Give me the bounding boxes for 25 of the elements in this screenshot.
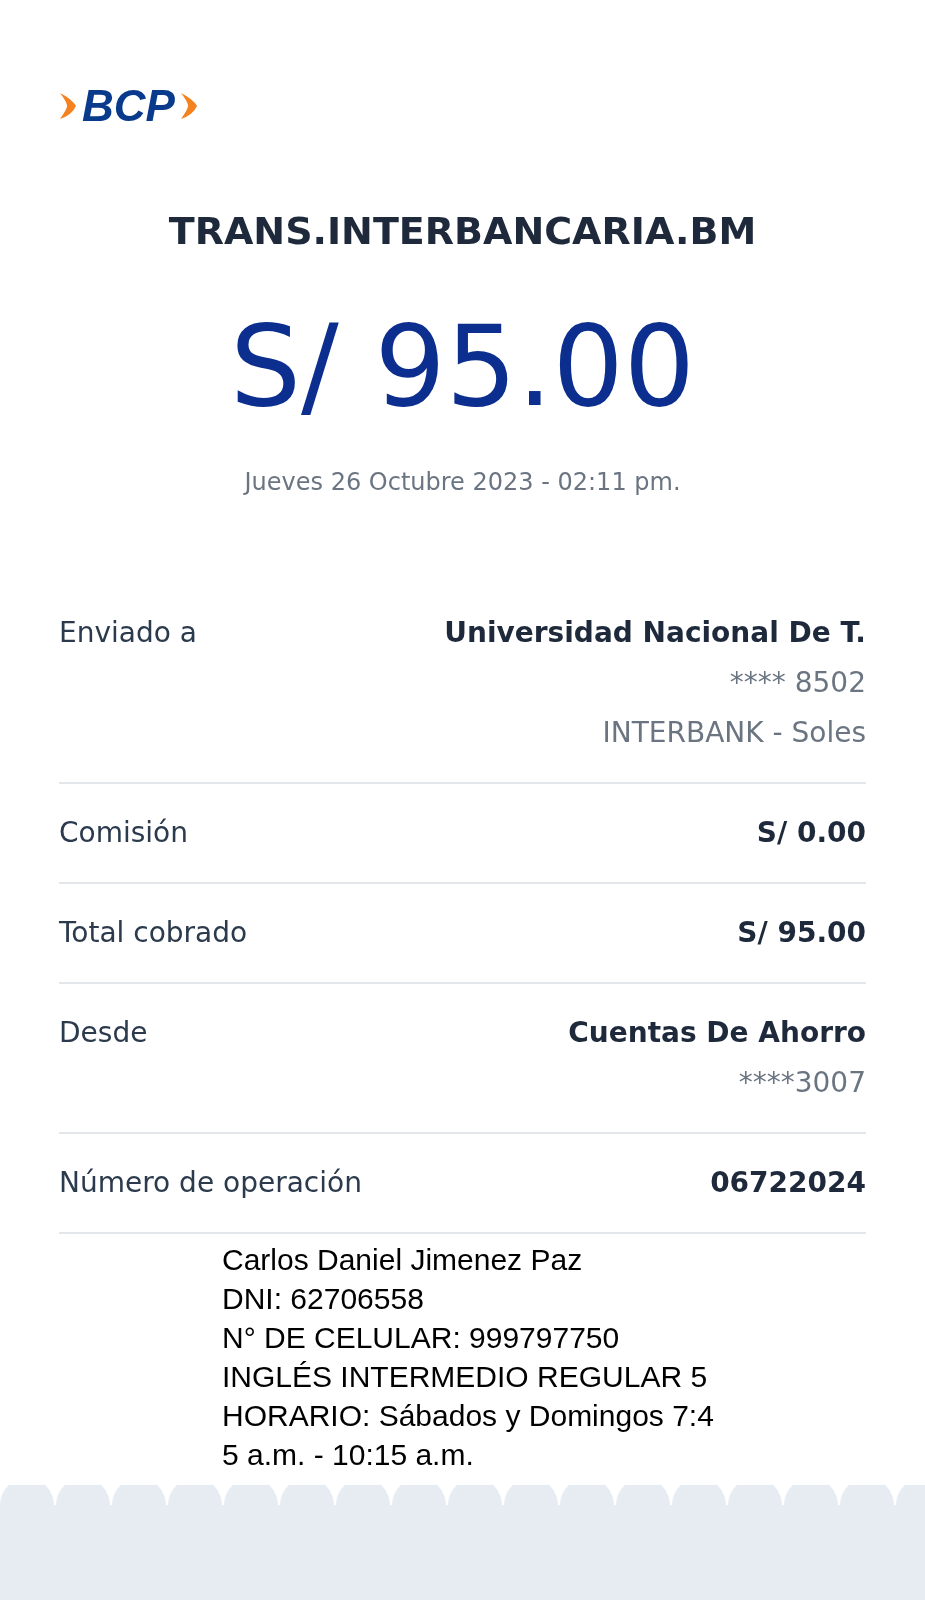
note-line: Carlos Daniel Jimenez Paz — [222, 1242, 584, 1278]
row-label: Enviado a — [59, 615, 197, 651]
row-detail: INTERBANK - Soles — [602, 715, 866, 751]
row-value: Universidad Nacional De T. — [444, 615, 866, 651]
row-value: S/ 95.00 — [737, 915, 866, 951]
row-value: Cuentas De Ahorro — [568, 1015, 866, 1051]
row-detail: ****3007 — [738, 1065, 866, 1101]
row-detail: **** 8502 — [729, 665, 866, 701]
note-line: INGLÉS INTERMEDIO REGULAR 5 — [222, 1359, 709, 1395]
logo-text: BCP — [82, 84, 175, 128]
row-label: Comisión — [59, 815, 188, 851]
row-value: 06722024 — [710, 1165, 866, 1201]
transaction-title: TRANS.INTERBANCARIA.BM — [168, 212, 757, 250]
chevron-icon — [178, 91, 199, 121]
note-line: N° DE CELULAR: 999797750 — [222, 1320, 621, 1356]
row-label: Número de operación — [59, 1165, 362, 1201]
row-label: Total cobrado — [59, 915, 248, 951]
row-label: Desde — [59, 1015, 148, 1051]
amount: S/ 95.00 — [229, 310, 696, 422]
chevron-icon — [58, 91, 78, 121]
row-value: S/ 0.00 — [756, 815, 866, 851]
note-line: HORARIO: Sábados y Domingos 7:4 — [222, 1398, 715, 1434]
note-line: 5 a.m. - 10:15 a.m. — [222, 1437, 475, 1473]
date-text: Jueves 26 Octubre 2023 - 02:11 pm. — [244, 470, 681, 494]
note-line: DNI: 62706558 — [222, 1281, 425, 1317]
